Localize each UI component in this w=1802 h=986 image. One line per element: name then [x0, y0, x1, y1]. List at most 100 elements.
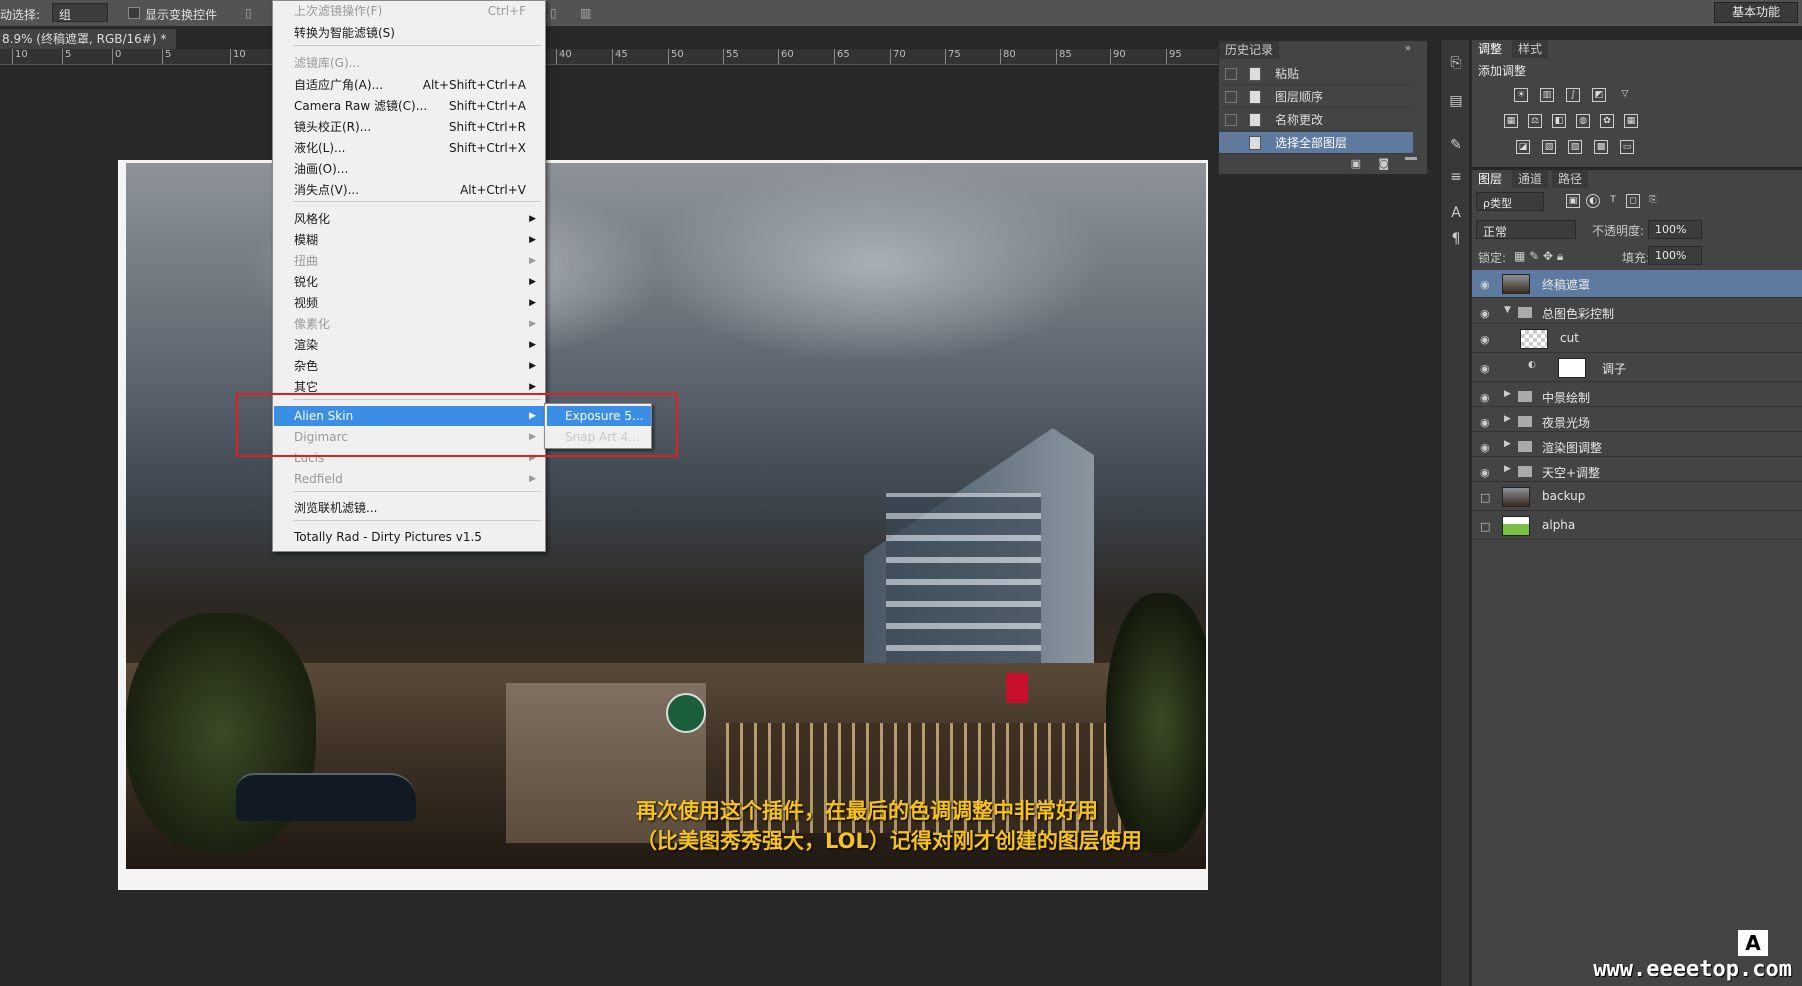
menu-item[interactable]: 渲染 ▶: [274, 335, 544, 355]
menu-item[interactable]: 模糊 ▶: [274, 230, 544, 250]
visibility-off-icon[interactable]: □: [1480, 520, 1490, 533]
vibrance-icon[interactable]: ▽: [1618, 88, 1632, 102]
layer-row[interactable]: ◉ ▼ 总图色彩控制: [1472, 299, 1802, 324]
show-transform-checkbox[interactable]: [128, 7, 140, 19]
posterize-icon[interactable]: ▨: [1542, 140, 1556, 154]
character-panel-icon[interactable]: A: [1447, 204, 1465, 222]
history-source-checkbox[interactable]: [1225, 114, 1237, 126]
layer-row[interactable]: □ alpha: [1472, 512, 1802, 540]
camera-icon[interactable]: ◙: [1378, 157, 1389, 170]
history-row[interactable]: 粘贴: [1219, 63, 1413, 85]
filter-shape-icon[interactable]: ◻: [1626, 194, 1640, 208]
opacity-input[interactable]: 100%: [1648, 220, 1702, 239]
eye-icon[interactable]: ◉: [1480, 441, 1490, 454]
workspace-dropdown[interactable]: 基本功能: [1714, 2, 1798, 23]
menu-item[interactable]: 镜头校正(R)... Shift+Ctrl+R: [274, 117, 544, 137]
menu-item[interactable]: 锐化 ▶: [274, 272, 544, 292]
menu-item[interactable]: Totally Rad - Dirty Pictures v1.5: [274, 527, 544, 547]
brush-presets-icon[interactable]: ✎: [1447, 136, 1465, 154]
layer-kind-filter[interactable]: ρ类型: [1476, 192, 1544, 211]
menu-item-shortcut: Alt+Shift+Ctrl+A: [422, 78, 526, 92]
channels-tab[interactable]: 通道: [1512, 170, 1549, 188]
new-document-icon[interactable]: ▣: [1351, 157, 1361, 170]
folder-icon: [1518, 466, 1532, 477]
group-expand-icon[interactable]: ▼: [1504, 305, 1511, 315]
layer-row[interactable]: ◉ 终稿遮罩: [1472, 270, 1802, 298]
history-row[interactable]: 选择全部图层: [1219, 132, 1413, 154]
selective-color-icon[interactable]: ▩: [1594, 140, 1608, 154]
history-source-checkbox[interactable]: [1225, 68, 1237, 80]
layers-tab[interactable]: 图层: [1472, 170, 1509, 188]
paths-tab[interactable]: 路径: [1552, 170, 1589, 188]
exposure-icon[interactable]: ◩: [1592, 88, 1606, 102]
auto-select-dropdown[interactable]: 组: [52, 3, 108, 22]
history-source-checkbox[interactable]: [1225, 137, 1237, 149]
blend-mode-dropdown[interactable]: 正常: [1476, 220, 1576, 239]
document-tab[interactable]: 8.9% (终稿遮罩, RGB/16#) * ×: [0, 29, 176, 49]
invert-icon[interactable]: ◪: [1516, 140, 1530, 154]
brush-panel-icon[interactable]: ≡: [1447, 168, 1465, 186]
layer-row[interactable]: ◉ ◐ 调子: [1472, 354, 1802, 382]
menu-item[interactable]: 油画(O)...: [274, 159, 544, 179]
menu-item[interactable]: 视频 ▶: [274, 293, 544, 313]
hue-saturation-icon[interactable]: ▦: [1504, 114, 1518, 128]
eye-icon[interactable]: ◉: [1480, 333, 1490, 346]
menu-item[interactable]: 浏览联机滤镜...: [274, 498, 544, 518]
layer-name: 天空+调整: [1542, 466, 1601, 480]
history-delete-icon[interactable]: [1405, 157, 1417, 163]
group-expand-icon[interactable]: ▶: [1504, 439, 1511, 449]
channel-mixer-icon[interactable]: ✿: [1600, 114, 1614, 128]
black-white-icon[interactable]: ◧: [1552, 114, 1566, 128]
group-expand-icon[interactable]: ▶: [1504, 414, 1511, 424]
menu-item[interactable]: 自适应广角(A)... Alt+Shift+Ctrl+A: [274, 75, 544, 95]
auto-align-icon[interactable]: ▥: [580, 6, 591, 20]
eye-icon[interactable]: ◉: [1480, 416, 1490, 429]
history-tab[interactable]: 历史记录: [1219, 41, 1280, 59]
align-icon[interactable]: ▯: [245, 6, 252, 20]
panel-collapse-icon[interactable]: »: [1405, 43, 1411, 54]
menu-item[interactable]: 消失点(V)... Alt+Ctrl+V: [274, 180, 544, 200]
menu-item[interactable]: 杂色 ▶: [274, 356, 544, 376]
fill-input[interactable]: 100%: [1648, 246, 1702, 265]
distribute-icon[interactable]: ▯: [550, 6, 557, 20]
layer-row[interactable]: □ backup: [1472, 483, 1802, 511]
group-expand-icon[interactable]: ▶: [1504, 464, 1511, 474]
filter-type-icon[interactable]: T: [1606, 194, 1620, 208]
history-source-checkbox[interactable]: [1225, 91, 1237, 103]
history-row[interactable]: 图层顺序: [1219, 86, 1413, 108]
filter-pixel-icon[interactable]: ▣: [1566, 194, 1580, 208]
color-balance-icon[interactable]: ⚖: [1528, 114, 1542, 128]
layer-row[interactable]: ◉ ▶ 天空+调整: [1472, 458, 1802, 482]
history-row[interactable]: 名称更改: [1219, 109, 1413, 131]
eye-icon[interactable]: ◉: [1480, 466, 1490, 479]
eye-icon[interactable]: ◉: [1480, 362, 1490, 375]
eye-icon[interactable]: ◉: [1480, 278, 1490, 291]
history-panel-icon[interactable]: ⎘: [1447, 54, 1465, 72]
layer-row[interactable]: ◉ ▶ 中景绘制: [1472, 383, 1802, 407]
filter-adjust-icon[interactable]: ◐: [1586, 194, 1600, 208]
menu-item[interactable]: 液化(L)... Shift+Ctrl+X: [274, 138, 544, 158]
threshold-icon[interactable]: ▧: [1568, 140, 1582, 154]
styles-tab[interactable]: 样式: [1512, 40, 1549, 58]
layer-row[interactable]: ◉ ▶ 夜景光场: [1472, 408, 1802, 432]
visibility-off-icon[interactable]: □: [1480, 491, 1490, 504]
eye-icon[interactable]: ◉: [1480, 391, 1490, 404]
lock-pixels-icon[interactable]: ▦ ✎ ✥ 🔒︎: [1514, 249, 1563, 264]
menu-item[interactable]: 风格化 ▶: [274, 209, 544, 229]
layer-row[interactable]: ◉ ▶ 渲染图调整: [1472, 433, 1802, 457]
menu-item[interactable]: Camera Raw 滤镜(C)... Shift+Ctrl+A: [274, 96, 544, 116]
menu-item[interactable]: 转换为智能滤镜(S): [274, 23, 544, 43]
filter-smart-icon[interactable]: ⎘: [1646, 194, 1660, 208]
paragraph-panel-icon[interactable]: ¶: [1447, 230, 1465, 248]
actions-panel-icon[interactable]: ▤: [1447, 92, 1465, 110]
adjustments-tab[interactable]: 调整: [1472, 40, 1509, 58]
layer-row[interactable]: ◉ cut: [1472, 325, 1802, 353]
color-lookup-icon[interactable]: ▦: [1624, 114, 1638, 128]
levels-icon[interactable]: ▥: [1540, 88, 1554, 102]
curves-icon[interactable]: ∫: [1566, 88, 1580, 102]
photo-filter-icon[interactable]: ◍: [1576, 114, 1590, 128]
gradient-map-icon[interactable]: ▭: [1620, 140, 1634, 154]
brightness-icon[interactable]: ☀: [1514, 88, 1528, 102]
group-expand-icon[interactable]: ▶: [1504, 389, 1511, 399]
eye-icon[interactable]: ◉: [1480, 307, 1490, 320]
